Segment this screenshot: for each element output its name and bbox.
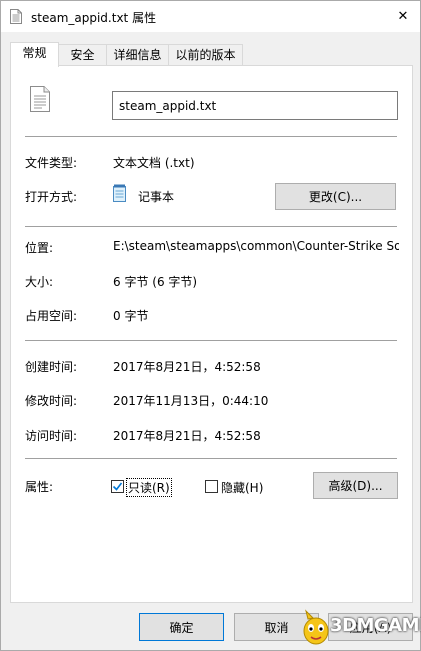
separator xyxy=(25,226,397,227)
watermark-text: 3DMGAME xyxy=(330,615,421,636)
close-button[interactable]: ✕ xyxy=(391,5,415,27)
readonly-checkbox[interactable] xyxy=(111,480,124,493)
location-label: 位置: xyxy=(25,241,54,255)
tab-details[interactable]: 详细信息 xyxy=(106,44,169,66)
hidden-label[interactable]: 隐藏(H) xyxy=(221,479,263,496)
separator xyxy=(25,136,397,137)
hidden-checkbox[interactable] xyxy=(205,480,218,493)
opens-with-value: 记事本 xyxy=(138,190,175,204)
size-on-disk-label: 占用空间: xyxy=(25,309,78,323)
mascot-icon xyxy=(303,609,329,645)
separator xyxy=(25,340,397,341)
separator xyxy=(25,458,397,459)
accessed-label: 访问时间: xyxy=(25,429,78,443)
checkmark-icon xyxy=(112,482,123,491)
tab-previous-versions[interactable]: 以前的版本 xyxy=(168,44,243,66)
ok-button[interactable]: 确定 xyxy=(139,613,224,641)
file-type-label: 文件类型: xyxy=(25,156,78,170)
change-button[interactable]: 更改(C)... xyxy=(275,183,396,210)
created-label: 创建时间: xyxy=(25,360,78,374)
modified-label: 修改时间: xyxy=(25,394,78,408)
properties-dialog: steam_appid.txt 属性 ✕ 常规 安全 详细信息 以前的版本 文件… xyxy=(0,0,421,651)
close-icon: ✕ xyxy=(397,8,409,24)
opens-with-label: 打开方式: xyxy=(25,190,78,204)
tab-general[interactable]: 常规 xyxy=(10,42,59,67)
created-value: 2017年8月21日，4:52:58 xyxy=(113,360,261,374)
file-icon xyxy=(30,86,50,112)
change-button-label: 更改(C)... xyxy=(308,190,363,204)
window-title: steam_appid.txt 属性 xyxy=(31,11,157,25)
cancel-button-label: 取消 xyxy=(264,620,289,635)
text-file-icon xyxy=(10,9,22,24)
size-on-disk-value: 0 字节 xyxy=(113,309,149,323)
watermark: 3DMGAME xyxy=(298,607,421,649)
readonly-label[interactable]: 只读(R) xyxy=(126,478,172,497)
location-value: E:\steam\steamapps\common\Counter-Strike… xyxy=(113,239,399,253)
title-bar: steam_appid.txt 属性 ✕ xyxy=(1,1,420,32)
size-label: 大小: xyxy=(25,275,54,289)
attributes-label: 属性: xyxy=(25,480,54,494)
tab-security[interactable]: 安全 xyxy=(58,44,107,66)
modified-value: 2017年11月13日，0:44:10 xyxy=(113,394,269,408)
size-value: 6 字节 (6 字节) xyxy=(113,275,198,289)
file-type-value: 文本文档 (.txt) xyxy=(113,156,195,170)
advanced-button-label: 高级(D)... xyxy=(328,479,383,493)
advanced-button[interactable]: 高级(D)... xyxy=(313,472,398,499)
ok-button-label: 确定 xyxy=(169,620,194,635)
notepad-icon xyxy=(112,184,128,203)
file-name-input[interactable] xyxy=(112,91,398,120)
general-tab-panel: 文件类型: 文本文档 (.txt) 打开方式: 记事本 更改(C)... 位置:… xyxy=(10,65,413,603)
accessed-value: 2017年8月21日，4:52:58 xyxy=(113,429,261,443)
